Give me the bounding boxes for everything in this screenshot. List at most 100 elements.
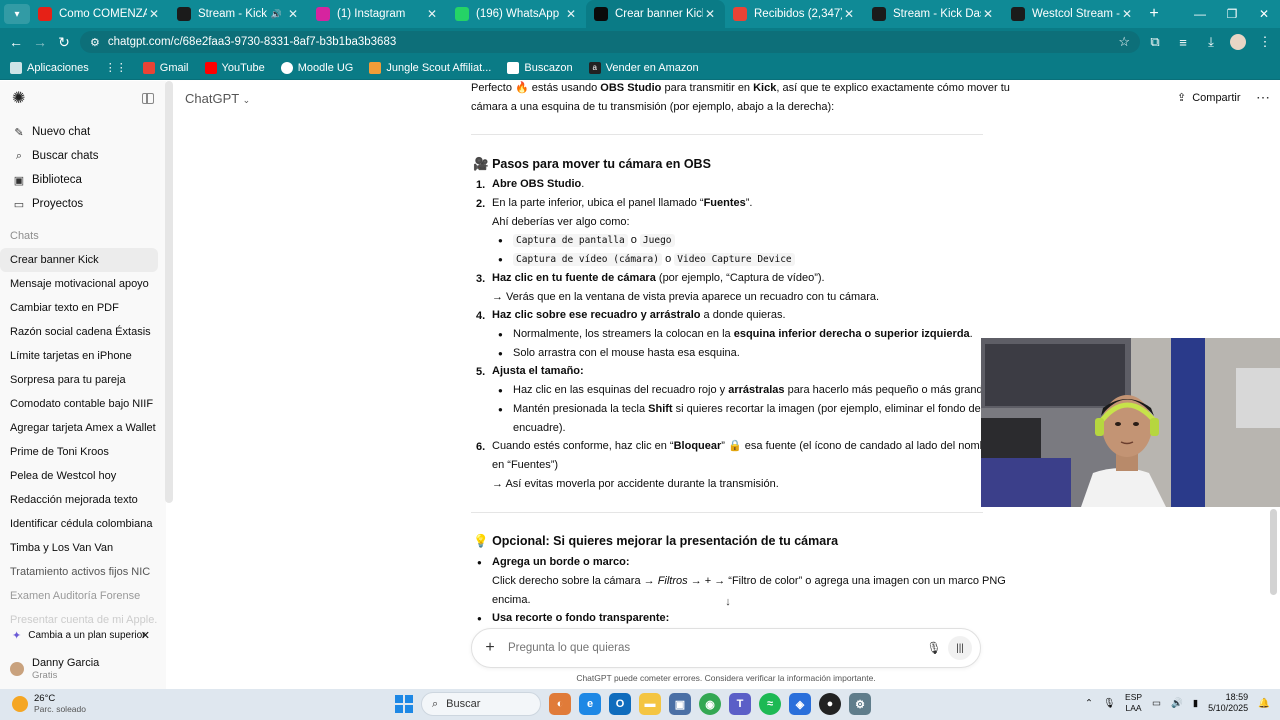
bookmark-youtube[interactable]: YouTube (204, 61, 265, 74)
browser-tab[interactable]: Stream - Kick Dashbo🔊 ✕ (169, 0, 308, 28)
tab-close-icon[interactable]: ✕ (147, 7, 161, 21)
bookmark-gmail[interactable]: Gmail (142, 61, 189, 74)
extensions-icon[interactable]: ⧉ (1146, 34, 1164, 50)
address-bar[interactable]: ⚙ chatgpt.com/c/68e2faa3-9730-8331-8af7-… (80, 31, 1140, 53)
chat-history-item[interactable]: Pelea de Westcol hoy (0, 464, 158, 488)
sidebar-toggle-icon[interactable] (142, 92, 154, 104)
volume-icon[interactable]: 🔊 (1171, 698, 1183, 709)
forward-icon[interactable]: → (28, 34, 52, 50)
chat-history-item[interactable]: Redacción mejorada texto (0, 488, 158, 512)
media-control-icon[interactable]: ≡ (1174, 35, 1192, 50)
browser-tab[interactable]: Stream - Kick Dashboard✕ (864, 0, 1003, 28)
scroll-down-icon[interactable]: ↓ (719, 593, 737, 611)
close-upgrade-icon[interactable]: ✕ (141, 629, 150, 642)
sidebar-projects[interactable]: ▭ Proyectos (0, 192, 166, 216)
browser-tab[interactable]: (196) WhatsApp ✕ (447, 0, 586, 28)
language-indicator[interactable]: ESP LAA (1125, 692, 1142, 714)
attach-plus-icon[interactable]: + (472, 639, 508, 657)
optional-item-1-sub-cont: encima. (492, 594, 531, 606)
chat-history-item[interactable]: Crear banner Kick (0, 248, 158, 272)
bookmark-aplicaciones[interactable]: Aplicaciones (10, 61, 89, 74)
bookmark-grid[interactable]: ⋮⋮ (105, 61, 127, 74)
photos-icon[interactable]: ▣ (669, 693, 691, 715)
chat-history-item[interactable]: Examen Auditoría Forense (0, 584, 158, 608)
chat-history-item[interactable]: Comodato contable bajo NIIF (0, 392, 158, 416)
browser-tab[interactable]: Crear banner Kick ✕ (586, 0, 725, 28)
more-options-icon[interactable]: ⋯ (1256, 89, 1270, 106)
outlook-icon[interactable]: O (609, 693, 631, 715)
sidebar-new-chat[interactable]: ✎ Nuevo chat (0, 120, 166, 144)
teams-icon[interactable]: T (729, 693, 751, 715)
chat-history-item[interactable]: Tratamiento activos fijos NIC (0, 560, 158, 584)
chat-history-item[interactable]: Límite tarjetas en iPhone (0, 344, 158, 368)
main-scrollbar[interactable] (1270, 509, 1277, 595)
chrome-icon[interactable]: ◉ (699, 693, 721, 715)
battery-icon[interactable]: ▮ (1193, 698, 1198, 709)
tab-close-icon[interactable]: ✕ (564, 7, 578, 21)
tray-chevron-icon[interactable]: ⌃ (1085, 698, 1093, 709)
tab-close-icon[interactable]: ✕ (1120, 7, 1134, 21)
openai-logo-icon[interactable]: ✺ (12, 88, 25, 108)
chat-history-item[interactable]: Prime de Toni Kroos (0, 440, 158, 464)
tab-close-icon[interactable]: ✕ (286, 7, 300, 21)
browser-tab[interactable]: (1) Instagram ✕ (308, 0, 447, 28)
tab-close-icon[interactable]: ✕ (981, 7, 995, 21)
share-button[interactable]: ⇪ Compartir (1177, 91, 1241, 105)
chat-history-item[interactable]: Cambiar texto en PDF (0, 296, 158, 320)
microphone-icon[interactable]: 🎙 (920, 641, 948, 655)
restore-icon[interactable]: ❐ (1216, 7, 1248, 21)
bookmark-buscazon[interactable]: Buscazon (507, 61, 573, 74)
close-window-icon[interactable]: ✕ (1248, 7, 1280, 21)
weather-widget[interactable]: 26°C Parc. soleado (12, 693, 86, 715)
upgrade-plan-banner[interactable]: ✦ Cambia a un plan superior ✕ (0, 623, 166, 647)
microphone-tray-icon[interactable]: 🎙 (1103, 698, 1115, 709)
chat-history-item[interactable]: Timba y Los Van Van (0, 536, 158, 560)
browser-tab[interactable]: Westcol Stream - Watch L✕ (1003, 0, 1142, 28)
chat-history-item[interactable]: Sorpresa para tu pareja (0, 368, 158, 392)
taskbar-search[interactable]: ⌕ Buscar (421, 692, 541, 716)
tab-search-icon[interactable]: ▾ (4, 4, 30, 24)
network-icon[interactable]: ▭ (1152, 698, 1161, 709)
obs-icon[interactable]: ● (819, 693, 841, 715)
sidebar-search-chats[interactable]: ⌕ Buscar chats (0, 144, 166, 168)
reload-icon[interactable]: ↻ (52, 34, 76, 51)
chat-history-item[interactable]: Agregar tarjeta Amex a Wallet (0, 416, 158, 440)
spotify-icon[interactable]: ≈ (759, 693, 781, 715)
bookmark-amazon[interactable]: a Vender en Amazon (588, 61, 699, 74)
site-info-icon[interactable]: ⚙ (90, 36, 100, 49)
browser-tab[interactable]: Como COMENZAR a TRAB✕ (30, 0, 169, 28)
model-selector[interactable]: ChatGPT ⌄ (185, 91, 250, 106)
chat-history-item[interactable]: Mensaje motivacional apoyo (0, 272, 158, 296)
browser-menu-icon[interactable]: ⋮ (1256, 34, 1274, 50)
vpn-icon[interactable]: ◈ (789, 693, 811, 715)
back-icon[interactable]: ← (4, 34, 28, 50)
notifications-icon[interactable]: 🔔 (1258, 698, 1270, 709)
bookmark-junglescout[interactable]: Jungle Scout Affiliat... (369, 61, 491, 74)
tab-close-icon[interactable]: ✕ (703, 7, 717, 21)
voice-mode-icon[interactable]: ||| (948, 636, 972, 660)
prompt-input[interactable] (508, 642, 920, 654)
tab-close-icon[interactable]: ✕ (842, 7, 856, 21)
sidebar-library[interactable]: ▣ Biblioteca (0, 168, 166, 192)
clock[interactable]: 18:59 5/10/2025 (1208, 692, 1248, 714)
tab-close-icon[interactable]: ✕ (425, 7, 439, 21)
chat-history-item[interactable]: Razón social cadena Éxtasis (0, 320, 158, 344)
file-explorer-icon[interactable]: ▬ (639, 693, 661, 715)
taskbar-search-label: Buscar (446, 698, 481, 710)
bookmark-star-icon[interactable]: ☆ (1118, 34, 1130, 50)
settings-icon[interactable]: ⚙ (849, 693, 871, 715)
edge-icon[interactable]: e (579, 693, 601, 715)
browser-tab[interactable]: Recibidos (2,347) - dgarc✕ (725, 0, 864, 28)
minimize-icon[interactable]: — (1184, 7, 1216, 21)
search-icon: ⌕ (432, 697, 439, 710)
bookmark-moodle[interactable]: Moodle UG (280, 61, 353, 74)
download-icon[interactable]: ⤓ (1202, 34, 1220, 50)
chat-history-item[interactable]: Identificar cédula colombiana (0, 512, 158, 536)
user-profile[interactable]: Danny Garcia Gratis (0, 653, 166, 685)
profile-avatar[interactable] (1230, 34, 1246, 50)
windows-start-icon[interactable] (395, 695, 413, 713)
copilot-icon[interactable]: ◐ (549, 693, 571, 715)
sidebar-scrollbar[interactable] (165, 81, 173, 503)
tab-audio-icon[interactable]: 🔊 (271, 9, 282, 20)
new-tab-button[interactable]: + (1142, 5, 1166, 23)
